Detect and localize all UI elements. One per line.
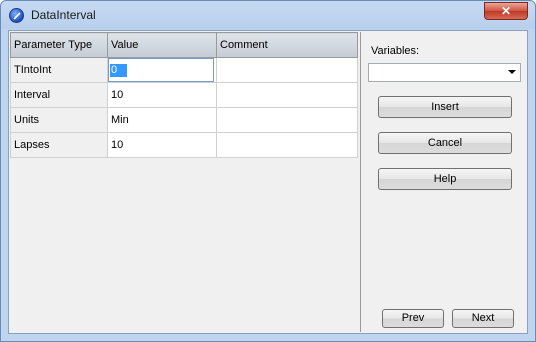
close-button[interactable]: ✕ [484, 2, 528, 20]
param-cell: Interval [10, 82, 108, 108]
dialog-client-area: Parameter Type Value Comment TIntoInt 0 [8, 30, 528, 334]
table-row: Units Min [10, 107, 358, 133]
table-row: Interval 10 [10, 82, 358, 108]
help-button[interactable]: Help [378, 168, 512, 190]
comment-cell[interactable] [216, 82, 358, 108]
value-cell-editing[interactable]: 0 [107, 57, 217, 83]
prev-button[interactable]: Prev [382, 309, 444, 328]
param-cell: TIntoInt [10, 57, 108, 83]
column-header-comment[interactable]: Comment [216, 32, 358, 58]
column-header-value[interactable]: Value [107, 32, 217, 58]
comment-cell[interactable] [216, 57, 358, 83]
param-cell: Lapses [10, 132, 108, 158]
chevron-down-icon[interactable] [508, 70, 516, 74]
value-cell[interactable]: Min [107, 107, 217, 133]
param-cell: Units [10, 107, 108, 133]
side-panel: Variables: Insert Cancel Help Prev Next [361, 31, 527, 333]
dialog-window: DataInterval ✕ Parameter Type Value Comm… [0, 0, 536, 342]
table-row: TIntoInt 0 [10, 57, 358, 83]
comment-cell[interactable] [216, 107, 358, 133]
grid-header-row: Parameter Type Value Comment [10, 32, 358, 58]
parameter-grid-pane: Parameter Type Value Comment TIntoInt 0 [10, 32, 361, 332]
app-icon [9, 8, 24, 23]
cancel-button[interactable]: Cancel [378, 132, 512, 154]
selected-value-text: 0 [110, 64, 128, 77]
variables-label: Variables: [371, 45, 420, 57]
value-cell[interactable]: 10 [107, 132, 217, 158]
close-icon: ✕ [500, 4, 512, 18]
value-edit-input[interactable]: 0 [108, 58, 214, 82]
insert-button[interactable]: Insert [378, 96, 512, 118]
comment-cell[interactable] [216, 132, 358, 158]
variables-dropdown[interactable] [368, 63, 521, 82]
parameter-grid: Parameter Type Value Comment TIntoInt 0 [10, 32, 358, 158]
value-cell[interactable]: 10 [107, 82, 217, 108]
window-title: DataInterval [31, 8, 96, 22]
next-button[interactable]: Next [452, 309, 514, 328]
table-row: Lapses 10 [10, 132, 358, 158]
column-header-parameter-type[interactable]: Parameter Type [10, 32, 108, 58]
title-bar[interactable]: DataInterval ✕ [1, 1, 535, 29]
